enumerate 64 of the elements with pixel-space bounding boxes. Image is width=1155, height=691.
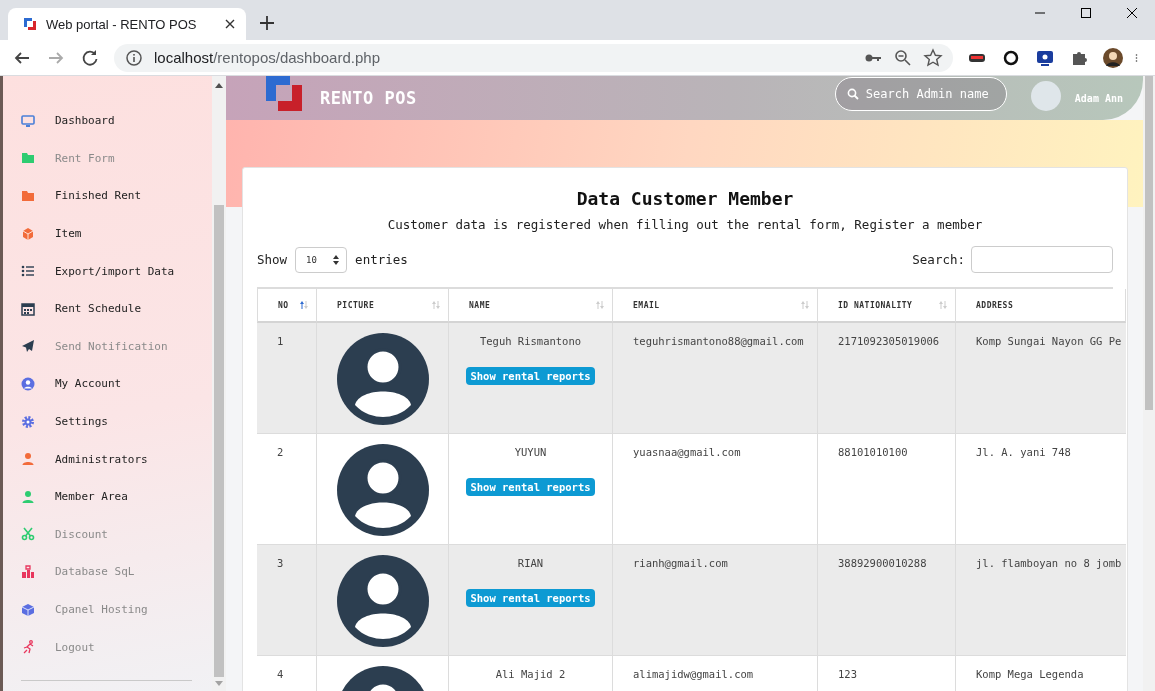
sidebar-item[interactable]: My Account [3,365,212,403]
search-field[interactable] [971,246,1113,273]
zoom-icon[interactable] [893,47,913,68]
table-cell: 1 [277,335,284,347]
table-cell: Komp Sungai Nayon GG Pe [976,335,1122,347]
table-cell: 123 [838,668,857,680]
table-cell: YUYUN [514,446,547,458]
table-cell: 2 [277,446,284,458]
info-icon[interactable] [124,47,144,68]
table-cell: 88101010100 [838,446,908,458]
sort-icon[interactable] [300,300,308,310]
box-icon [20,601,36,618]
star-icon[interactable] [923,47,943,68]
avatar-icon [337,333,429,425]
table-cell: alimajidw@gmail.com [633,668,754,680]
calendar-icon [20,300,36,317]
table-cell: 2171092305019006 [838,335,940,347]
page-size-select[interactable]: 10 [295,246,348,273]
card-subtitle: Customer data is registered when filling out the rental form, Register a member [386,217,984,232]
table-cell: Komp Mega Legenda [976,668,1084,680]
table-cell: 4 [277,668,284,680]
cube-icon [20,225,36,242]
account-icon [20,375,36,392]
card-title: Data Customer Member [575,188,795,209]
user-icon [20,451,36,468]
sort-arrows-icon [332,253,341,266]
sidebar-item[interactable]: Member Area [3,477,212,516]
browser-tab[interactable]: Web portal - RENTO POS [8,8,246,40]
table-cell: jl. flamboyan no 8 jomb [976,557,1122,569]
table-cell: Jl. A. yani 748 [976,446,1071,458]
table-cell: Ali Majid 2 [495,668,566,680]
database-icon [20,563,36,580]
table-cell: 38892900010288 [838,557,927,569]
address-bar[interactable]: localhost/rentopos/dashboard.php [114,43,953,72]
user-icon [20,488,36,505]
settings-icon [20,413,36,430]
entries-label: entries [355,252,408,267]
avatar-icon [337,555,429,647]
sidebar-item[interactable]: Export/import Data [3,252,212,290]
sidebar-item[interactable]: Item [3,214,212,253]
up-arrow-icon[interactable] [215,82,223,88]
sidebar-item[interactable]: Rent Schedule [3,289,212,328]
scrollbar[interactable] [1143,76,1155,691]
sidebar-item[interactable]: Dashboard [3,102,212,140]
table-cell: yuasnaa@gmail.com [633,446,741,458]
table-cell: Teguh Rismantono [479,335,582,347]
table-cell: rianh@gmail.com [633,557,728,569]
scissors-icon [20,526,36,543]
table-cell: RIAN [517,557,544,569]
brand-name: RENTO POS [320,88,418,108]
logo-icon [22,16,38,32]
close-icon[interactable] [224,18,236,30]
scrollbar[interactable] [212,76,226,691]
search-label: Search: [912,252,965,267]
sidebar-item[interactable]: Settings [3,402,212,441]
table-cell: 3 [277,557,284,569]
show-label: Show [257,252,288,267]
monitor-icon [20,112,36,129]
table-cell: teguhrismantono88@gmail.com [633,335,804,347]
sidebar-item[interactable]: Administrators [3,440,212,478]
sidebar-item[interactable]: Finished Rent [3,177,212,215]
folder-icon [20,188,36,204]
search-icon [846,88,859,100]
avatar-icon [337,444,429,536]
